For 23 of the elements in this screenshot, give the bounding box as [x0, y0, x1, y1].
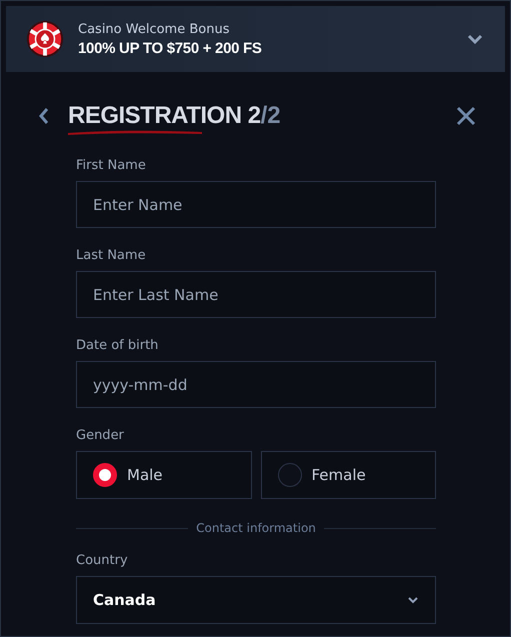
field-label: Country [76, 553, 129, 568]
country-select[interactable]: Canada [76, 576, 436, 624]
field-label: Last Name [76, 248, 147, 263]
close-button[interactable] [456, 106, 476, 126]
chevron-down-icon[interactable] [467, 34, 483, 44]
field-label: First Name [76, 158, 147, 173]
bonus-headline: 100% UP TO $750 + 200 FS [78, 40, 263, 56]
text-field[interactable]: Enter Last Name [76, 271, 436, 318]
step-total: /2 [260, 102, 281, 130]
field-label: Date of birth [76, 338, 160, 353]
text-field[interactable]: Enter Name [76, 181, 436, 228]
section-divider-label: Contact information [196, 521, 316, 535]
gender-option[interactable]: Female [260, 451, 436, 499]
field-label: Gender [76, 428, 125, 443]
bonus-banner[interactable]: Casino Welcome Bonus 100% UP TO $750 + 200 FS [6, 6, 505, 72]
registration-title: REGISTRATION 2 [68, 102, 261, 130]
back-button[interactable] [38, 107, 50, 125]
bonus-subtitle: Casino Welcome Bonus [78, 22, 230, 36]
poker-chip-icon [26, 20, 64, 58]
chevron-down-icon [407, 596, 419, 604]
gender-option[interactable]: Male [76, 451, 252, 499]
text-field[interactable]: yyyy-mm-dd [76, 361, 436, 408]
brush-underline-icon [68, 129, 202, 135]
